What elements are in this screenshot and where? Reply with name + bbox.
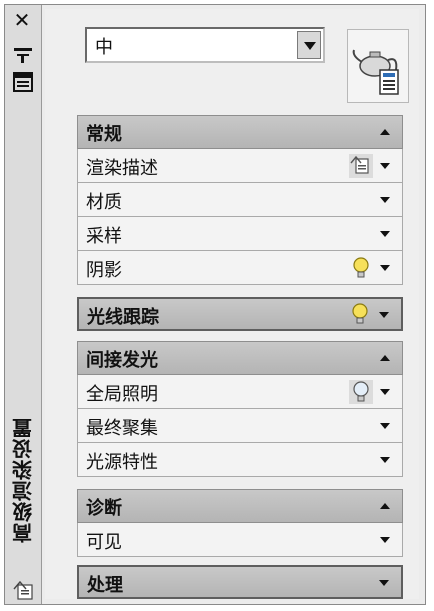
light-bulb-icon[interactable]: [348, 255, 374, 281]
section-title: 诊断: [86, 498, 122, 519]
row-light-properties[interactable]: 光源特性: [77, 443, 403, 477]
collapse-arrow-icon[interactable]: [380, 129, 390, 135]
row-label: 最终聚集: [86, 418, 158, 439]
expand-arrow-icon[interactable]: [380, 537, 390, 543]
section-header-processing[interactable]: 处理: [77, 565, 403, 599]
expand-arrow-icon[interactable]: [379, 312, 389, 318]
row-visual[interactable]: 可见: [77, 523, 403, 557]
row-shadows[interactable]: 阴影: [77, 251, 403, 285]
row-render-description[interactable]: 渲染描述: [77, 149, 403, 183]
expand-arrow-icon[interactable]: [379, 580, 389, 586]
section-title: 间接发光: [86, 350, 158, 371]
expand-arrow-icon[interactable]: [380, 163, 390, 169]
expand-arrow-icon[interactable]: [380, 197, 390, 203]
close-icon[interactable]: ✕: [11, 9, 33, 31]
section-general: 常规 渲染描述 材质 采样 阴影: [77, 115, 403, 285]
section-title: 光线跟踪: [87, 307, 159, 328]
palette-title: 高级渲染设置: [11, 417, 36, 543]
row-label: 阴影: [86, 260, 122, 281]
collapse-arrow-icon[interactable]: [380, 355, 390, 361]
expand-arrow-icon[interactable]: [380, 457, 390, 463]
render-preset-value: 中: [95, 37, 113, 58]
row-global-illumination[interactable]: 全局照明: [77, 375, 403, 409]
properties-icon[interactable]: [12, 71, 34, 93]
render-button[interactable]: [347, 29, 409, 103]
section-header-diagnostic[interactable]: 诊断: [77, 489, 403, 523]
advanced-render-settings-palette: ✕ 高级渲染设置 中 常规 渲染描述 材质 采样 阴影 光线跟踪 间接发光 全局…: [4, 4, 426, 605]
render-preset-dropdown[interactable]: 中: [85, 27, 325, 63]
teapot-render-icon: [352, 49, 399, 95]
row-label: 全局照明: [86, 384, 158, 405]
dropdown-arrow-icon[interactable]: [297, 31, 321, 59]
row-label: 可见: [86, 532, 122, 553]
row-label: 渲染描述: [86, 158, 158, 179]
section-title: 处理: [87, 575, 123, 596]
row-sampling[interactable]: 采样: [77, 217, 403, 251]
expand-arrow-icon[interactable]: [380, 389, 390, 395]
row-label: 光源特性: [86, 452, 158, 473]
row-label: 材质: [86, 192, 122, 213]
section-ray-tracing: 光线跟踪: [77, 297, 403, 331]
render-description-icon: [349, 154, 373, 178]
palette-corner-icon: [13, 580, 33, 600]
section-diagnostic: 诊断 可见: [77, 489, 403, 557]
palette-content: 中 常规 渲染描述 材质 采样 阴影 光线跟踪 间接发光 全局照明 最终聚集 光…: [45, 9, 419, 599]
expand-arrow-icon[interactable]: [380, 423, 390, 429]
row-materials[interactable]: 材质: [77, 183, 403, 217]
palette-title-bar[interactable]: ✕ 高级渲染设置: [5, 5, 42, 604]
light-bulb-icon[interactable]: [348, 379, 374, 405]
section-indirect-illumination: 间接发光 全局照明 最终聚集 光源特性: [77, 341, 403, 477]
section-header-ray-tracing[interactable]: 光线跟踪: [77, 297, 403, 331]
auto-hide-icon[interactable]: [12, 45, 34, 65]
row-final-gather[interactable]: 最终聚集: [77, 409, 403, 443]
section-title: 常规: [86, 124, 122, 145]
light-bulb-icon[interactable]: [347, 301, 373, 327]
collapse-arrow-icon[interactable]: [380, 503, 390, 509]
expand-arrow-icon[interactable]: [380, 265, 390, 271]
expand-arrow-icon[interactable]: [380, 231, 390, 237]
section-header-general[interactable]: 常规: [77, 115, 403, 149]
row-label: 采样: [86, 226, 122, 247]
section-header-indirect-illumination[interactable]: 间接发光: [77, 341, 403, 375]
section-processing: 处理: [77, 565, 403, 599]
